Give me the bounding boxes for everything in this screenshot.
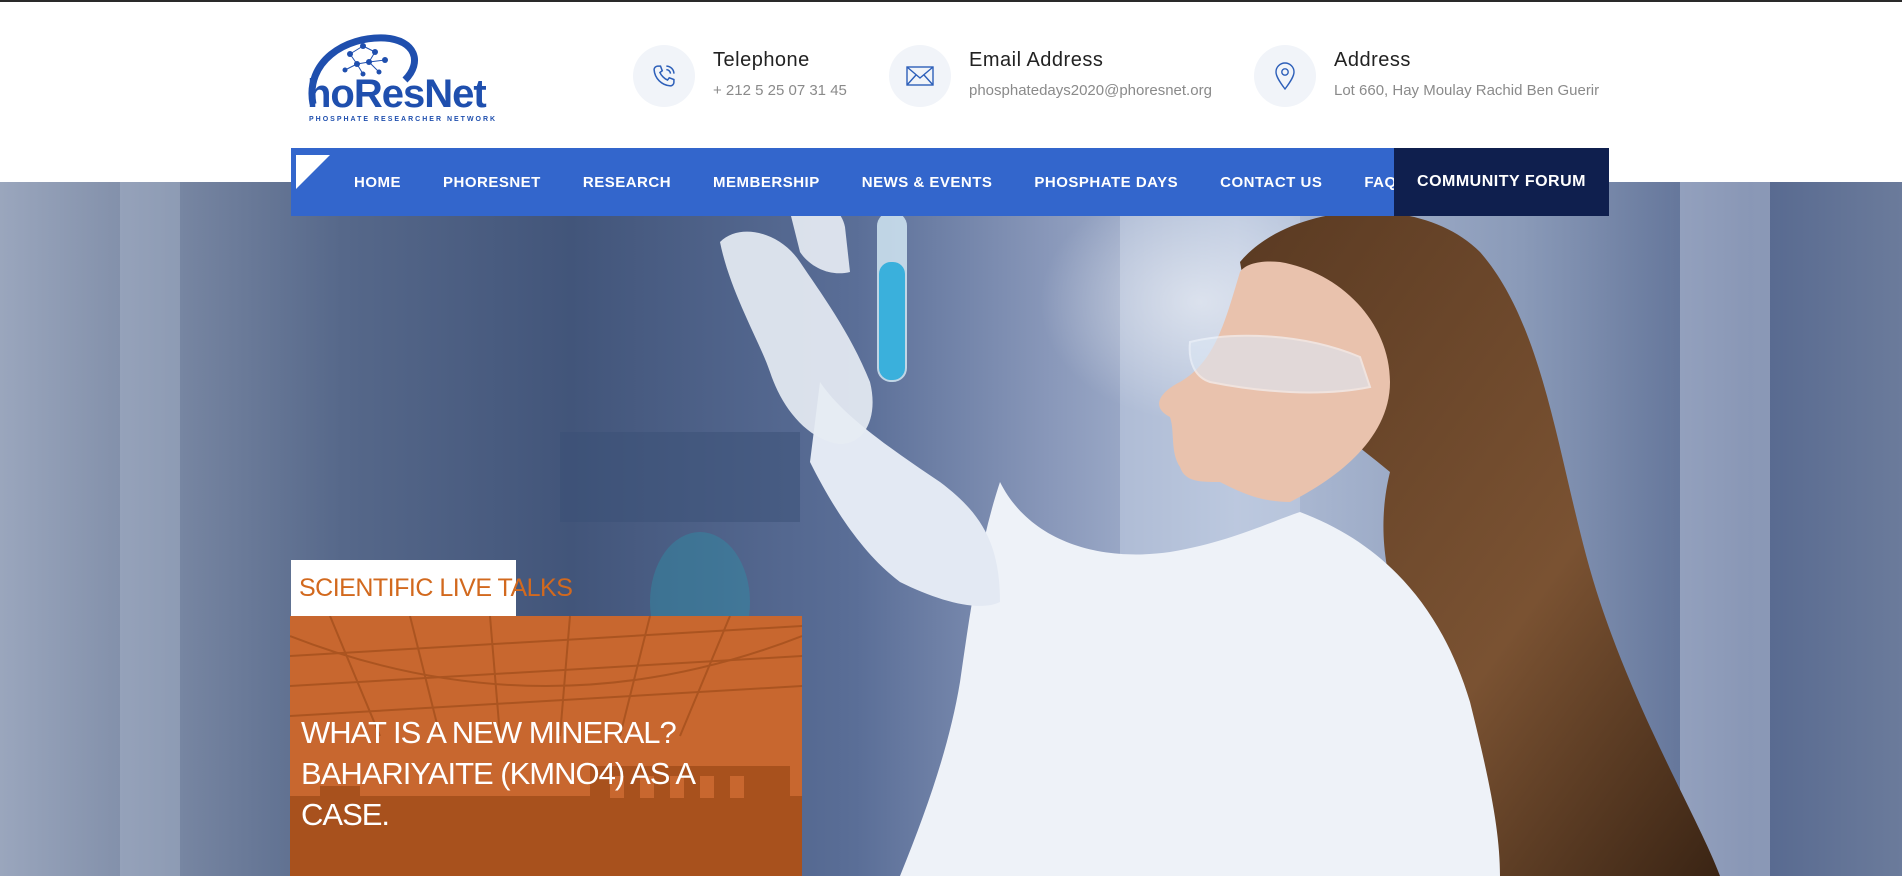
nav-item-news-events[interactable]: NEWS & EVENTS bbox=[862, 174, 993, 191]
talk-title: WHAT IS A NEW MINERAL? BAHARIYAITE (KMNO… bbox=[301, 715, 694, 832]
phone-icon bbox=[633, 45, 695, 107]
community-forum-button[interactable]: COMMUNITY FORUM bbox=[1394, 148, 1609, 216]
hero-lab-image bbox=[120, 182, 1770, 876]
nav-menu: HOME PHORESNET RESEARCH MEMBERSHIP NEWS … bbox=[354, 148, 1449, 216]
nav-item-home[interactable]: HOME bbox=[354, 174, 401, 191]
scientific-live-talks-badge[interactable]: SCIENTIFIC LIVE TALKS bbox=[291, 560, 573, 616]
map-pin-icon bbox=[1254, 45, 1316, 107]
nav-item-research[interactable]: RESEARCH bbox=[583, 174, 671, 191]
logo-tagline: PHOSPHATE RESEARCHER NETWORK bbox=[309, 116, 498, 123]
nav-item-phosphate-days[interactable]: PHOSPHATE DAYS bbox=[1034, 174, 1178, 191]
hero-banner: SCIENTIFIC LIVE TALKS WHAT IS A NEW MINE… bbox=[0, 182, 1902, 876]
logo[interactable]: hoResNet PHOSPHATE RESEARCHER NETWORK bbox=[305, 32, 505, 123]
nav-item-membership[interactable]: MEMBERSHIP bbox=[713, 174, 820, 191]
main-navigation: HOME PHORESNET RESEARCH MEMBERSHIP NEWS … bbox=[291, 148, 1609, 216]
live-talk-card[interactable]: WHAT IS A NEW MINERAL? BAHARIYAITE (KMNO… bbox=[290, 616, 802, 876]
contact-value[interactable]: phosphatedays2020@phoresnet.org bbox=[969, 82, 1212, 99]
nav-item-contact-us[interactable]: CONTACT US bbox=[1220, 174, 1322, 191]
logo-wordmark: hoResNet bbox=[307, 72, 487, 116]
contact-value[interactable]: + 212 5 25 07 31 45 bbox=[713, 82, 847, 99]
nav-item-phoresnet[interactable]: PHORESNET bbox=[443, 174, 541, 191]
contact-title: Email Address bbox=[969, 49, 1104, 71]
contact-title: Address bbox=[1334, 49, 1411, 71]
envelope-icon bbox=[889, 45, 951, 107]
contact-value: Lot 660, Hay Moulay Rachid Ben Guerir bbox=[1334, 82, 1600, 99]
nav-corner-decoration bbox=[296, 155, 330, 189]
contact-title: Telephone bbox=[713, 49, 810, 71]
